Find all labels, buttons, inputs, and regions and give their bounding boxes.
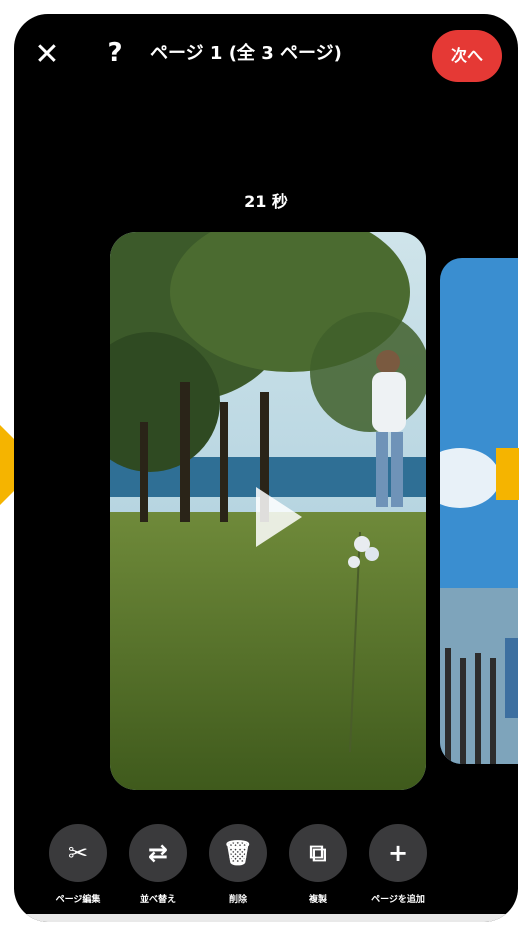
play-icon[interactable] [256, 487, 302, 547]
video-page-card[interactable] [110, 232, 426, 790]
tool-edit-page[interactable]: ✂ ページ編集 [40, 824, 116, 905]
next-button[interactable]: 次へ [432, 30, 502, 82]
tool-label: ページを追加 [371, 895, 425, 905]
tool-label: 複製 [308, 895, 327, 905]
tool-reorder[interactable]: ⇄ 並べ替え [120, 824, 196, 905]
plus-icon[interactable]: + [369, 824, 427, 882]
help-icon[interactable]: ? [100, 36, 130, 70]
top-bar: ✕ ? ページ 1 (全 3 ページ) 次へ [14, 14, 518, 94]
clip-duration: 21 秒 [244, 192, 288, 211]
tool-delete[interactable]: 🗑 削除 [200, 824, 276, 905]
duplicate-icon[interactable]: ⧉ [289, 824, 347, 882]
page-title: ページ 1 (全 3 ページ) [150, 43, 342, 64]
tool-add-page[interactable]: + ページを追加 [360, 824, 436, 905]
page-toolbar: ✂ ページ編集 ⇄ 並べ替え 🗑 削除 ⧉ 複製 + ページを追加 [14, 824, 518, 914]
tool-label: ページ編集 [55, 895, 101, 905]
tool-label: 並べ替え [139, 895, 176, 905]
scissors-icon[interactable]: ✂ [49, 824, 107, 882]
phone-screen: ✕ ? ページ 1 (全 3 ページ) 次へ 21 秒 ✂ ページ編集 ⇄ 並べ… [14, 14, 518, 922]
tool-duplicate[interactable]: ⧉ 複製 [280, 824, 356, 905]
next-page-thumbnail [440, 258, 518, 764]
next-page-card[interactable] [440, 258, 518, 764]
annotation-arrow-right [496, 448, 519, 500]
swap-icon[interactable]: ⇄ [129, 824, 187, 882]
home-indicator-area [14, 914, 518, 922]
trash-icon[interactable]: 🗑 [209, 824, 267, 882]
tool-label: 削除 [228, 895, 247, 905]
close-icon[interactable]: ✕ [32, 40, 62, 70]
